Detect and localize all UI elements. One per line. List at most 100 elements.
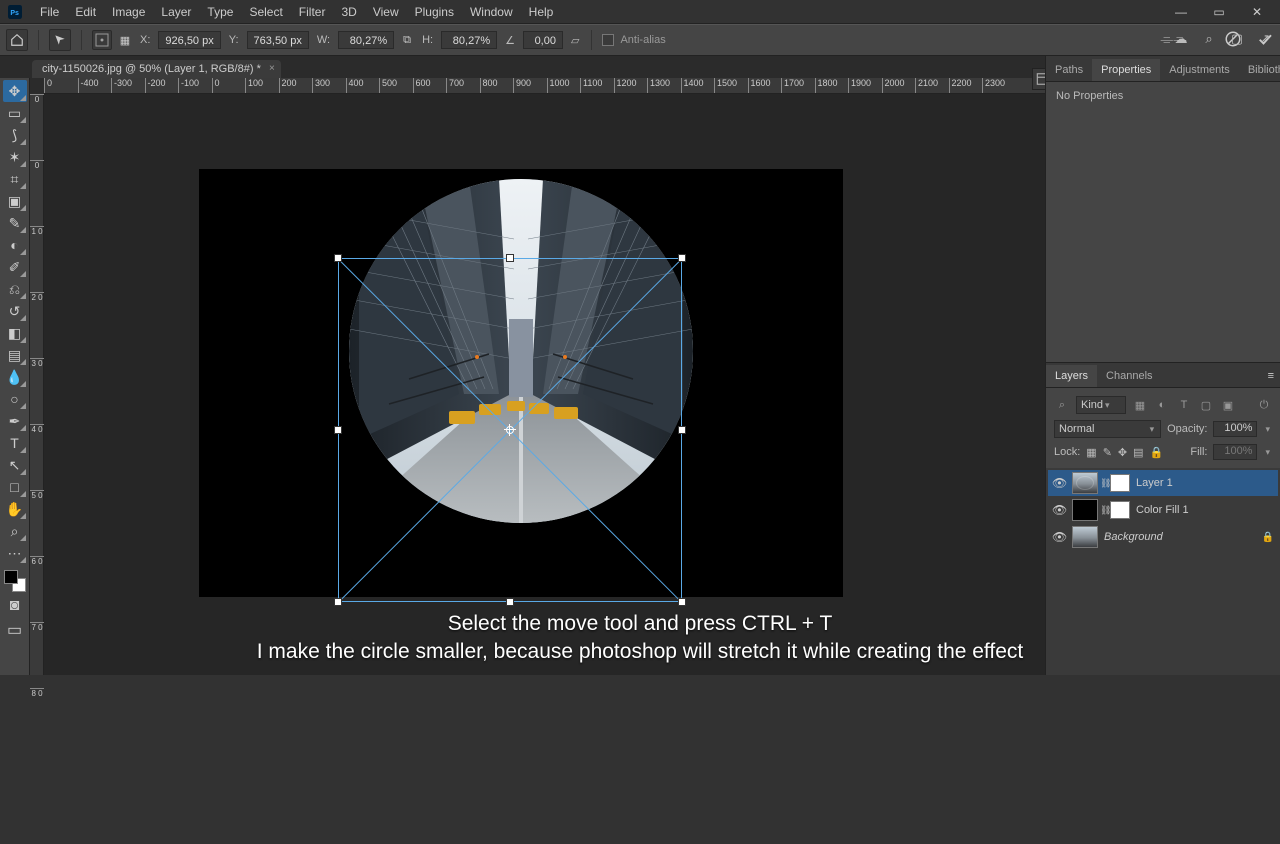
move-tool-icon[interactable] — [49, 29, 71, 51]
lock-artboard-icon[interactable]: ▤ — [1133, 446, 1143, 459]
link-aspect-icon[interactable]: ⧉ — [400, 33, 414, 47]
frame-tool[interactable]: ▣ — [3, 190, 27, 212]
close-document-icon[interactable]: × — [269, 63, 275, 74]
clone-stamp-tool[interactable]: ⎌ — [3, 278, 27, 300]
layer-row[interactable]: 👁 ⛓ Color Fill 1 — [1048, 497, 1278, 523]
gradient-tool[interactable]: ▤ — [3, 344, 27, 366]
menu-select[interactable]: Select — [241, 5, 290, 19]
x-input[interactable]: 926,50 px — [158, 31, 220, 49]
tab-adjustments[interactable]: Adjustments — [1160, 59, 1239, 81]
link-mask-icon[interactable]: ⛓ — [1100, 505, 1108, 516]
layer-row[interactable]: 👁Background🔒 — [1048, 524, 1278, 550]
lock-position-icon[interactable]: ✥ — [1118, 446, 1127, 459]
hand-tool[interactable]: ✋ — [3, 498, 27, 520]
minimize-button[interactable]: — — [1162, 5, 1200, 19]
menu-3d[interactable]: 3D — [333, 5, 364, 19]
transform-handle-br[interactable] — [678, 598, 686, 606]
antialias-checkbox[interactable] — [602, 34, 614, 46]
menu-edit[interactable]: Edit — [67, 5, 104, 19]
home-icon[interactable] — [6, 29, 28, 51]
lock-all-icon[interactable]: 🔒 — [1150, 446, 1164, 459]
menu-help[interactable]: Help — [521, 5, 562, 19]
filter-toggle-icon[interactable]: ⏻ — [1256, 397, 1272, 413]
filter-adjust-icon[interactable]: ◐ — [1154, 397, 1170, 413]
y-input[interactable]: 763,50 px — [247, 31, 309, 49]
layer-name[interactable]: Color Fill 1 — [1136, 504, 1189, 516]
more-tools[interactable]: ⋯ — [3, 542, 27, 564]
brush-tool[interactable]: ✐ — [3, 256, 27, 278]
link-mask-icon[interactable]: ⛓ — [1100, 478, 1108, 489]
filter-shape-icon[interactable]: ▢ — [1198, 397, 1214, 413]
tab-paths[interactable]: Paths — [1046, 59, 1092, 81]
magic-wand-tool[interactable]: ✶ — [3, 146, 27, 168]
layers-panel-menu-icon[interactable]: ≡ — [1262, 365, 1280, 387]
layer-thumbnail[interactable] — [1072, 472, 1098, 494]
document-canvas[interactable] — [199, 169, 843, 597]
blur-tool[interactable]: 💧 — [3, 366, 27, 388]
lasso-tool[interactable]: ⟆ — [3, 124, 27, 146]
color-swatches[interactable] — [4, 570, 26, 592]
pen-tool[interactable]: ✒ — [3, 410, 27, 432]
filter-kind-select[interactable]: Kind▾ — [1076, 396, 1126, 414]
mask-thumbnail[interactable] — [1110, 474, 1130, 492]
cloud-sync-icon[interactable]: ☁ — [1172, 30, 1190, 48]
layer-thumbnail[interactable] — [1072, 499, 1098, 521]
visibility-toggle-icon[interactable]: 👁 — [1052, 530, 1066, 544]
tab-properties[interactable]: Properties — [1092, 59, 1160, 81]
transform-handle-bm[interactable] — [506, 598, 514, 606]
search-icon[interactable]: ⌕ — [1200, 30, 1218, 48]
type-tool[interactable]: T — [3, 432, 27, 454]
document-tab[interactable]: city-1150026.jpg @ 50% (Layer 1, RGB/8#)… — [32, 60, 281, 78]
eyedropper-tool[interactable]: ✎ — [3, 212, 27, 234]
spot-heal-tool[interactable]: ◐ — [3, 234, 27, 256]
tab-channels[interactable]: Channels — [1097, 365, 1161, 387]
dodge-tool[interactable]: ○ — [3, 388, 27, 410]
menu-plugins[interactable]: Plugins — [407, 5, 462, 19]
opacity-input[interactable]: 100% — [1213, 421, 1257, 437]
close-button[interactable]: ✕ — [1238, 5, 1276, 19]
filter-pixel-icon[interactable]: ▦ — [1132, 397, 1148, 413]
filter-search-icon[interactable]: ⌕ — [1054, 397, 1070, 413]
city-image[interactable] — [349, 179, 693, 523]
marquee-tool[interactable]: ▭ — [3, 102, 27, 124]
menu-view[interactable]: View — [365, 5, 407, 19]
relative-position-icon[interactable]: ▦ — [118, 33, 132, 47]
blend-mode-select[interactable]: Normal▾ — [1054, 420, 1161, 438]
visibility-toggle-icon[interactable]: 👁 — [1052, 476, 1066, 490]
eraser-tool[interactable]: ◧ — [3, 322, 27, 344]
ruler-horizontal[interactable]: 0-400-300-200-10001002003004005006007008… — [44, 78, 1045, 94]
menu-type[interactable]: Type — [199, 5, 241, 19]
share-icon[interactable]: ↗ — [1256, 30, 1274, 48]
tab-libraries[interactable]: Bibliotheken — [1239, 59, 1280, 81]
mask-thumbnail[interactable] — [1110, 501, 1130, 519]
menu-file[interactable]: File — [32, 5, 67, 19]
history-brush-tool[interactable]: ↺ — [3, 300, 27, 322]
layer-thumbnail[interactable] — [1072, 526, 1098, 548]
filter-type-icon[interactable]: T — [1176, 397, 1192, 413]
visibility-toggle-icon[interactable]: 👁 — [1052, 503, 1066, 517]
transform-handle-bl[interactable] — [334, 598, 342, 606]
lock-transparent-icon[interactable]: ▦ — [1086, 446, 1096, 459]
angle-input[interactable]: 0,00 — [523, 31, 563, 49]
ruler-vertical[interactable]: 001 02 03 04 05 06 07 08 0 — [30, 94, 44, 675]
menu-image[interactable]: Image — [104, 5, 153, 19]
layer-name[interactable]: Background — [1104, 531, 1163, 543]
workspace-icon[interactable]: ▢ — [1228, 30, 1246, 48]
lock-pixels-icon[interactable]: ✎ — [1103, 446, 1112, 459]
menu-filter[interactable]: Filter — [291, 5, 334, 19]
layer-row[interactable]: 👁 ⛓ Layer 1 — [1048, 470, 1278, 496]
menu-window[interactable]: Window — [462, 5, 521, 19]
move-tool[interactable]: ✥ — [3, 80, 27, 102]
zoom-tool[interactable]: ⌕ — [3, 520, 27, 542]
menu-layer[interactable]: Layer — [153, 5, 199, 19]
crop-tool[interactable]: ⌗ — [3, 168, 27, 190]
path-select-tool[interactable]: ↖ — [3, 454, 27, 476]
layer-name[interactable]: Layer 1 — [1136, 477, 1173, 489]
h-input[interactable]: 80,27% — [441, 31, 497, 49]
tab-layers[interactable]: Layers — [1046, 365, 1097, 387]
w-input[interactable]: 80,27% — [338, 31, 394, 49]
filter-smart-icon[interactable]: ▣ — [1220, 397, 1236, 413]
fill-input[interactable]: 100% — [1213, 444, 1257, 460]
reference-point-icon[interactable] — [92, 30, 112, 50]
canvas-area[interactable] — [44, 94, 1045, 675]
